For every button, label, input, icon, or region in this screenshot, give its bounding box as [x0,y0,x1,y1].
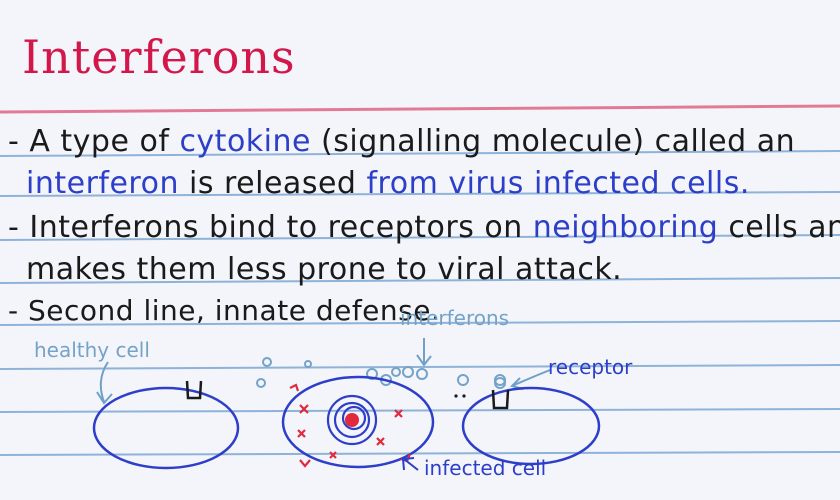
healthy-cell-arrow [96,361,113,405]
receptor-arrow [510,369,551,390]
interferons-arrow [416,338,432,367]
label-healthy-cell: healthy cell [34,338,150,362]
index-card: Interferons - A type of cytokine (signal… [0,0,840,500]
interferon-diagram [92,338,601,471]
dot-1 [454,394,458,398]
label-receptor: receptor [548,355,633,379]
label-interferons: interferons [400,306,510,330]
neighboring-cell [461,386,601,466]
healthy-cell [92,386,240,470]
interferon-molecules [256,357,506,388]
infected-cell-arrow [401,457,419,471]
dot-2 [462,394,466,398]
viral-core [345,413,359,427]
label-infected-cell: infected cell [424,456,547,480]
